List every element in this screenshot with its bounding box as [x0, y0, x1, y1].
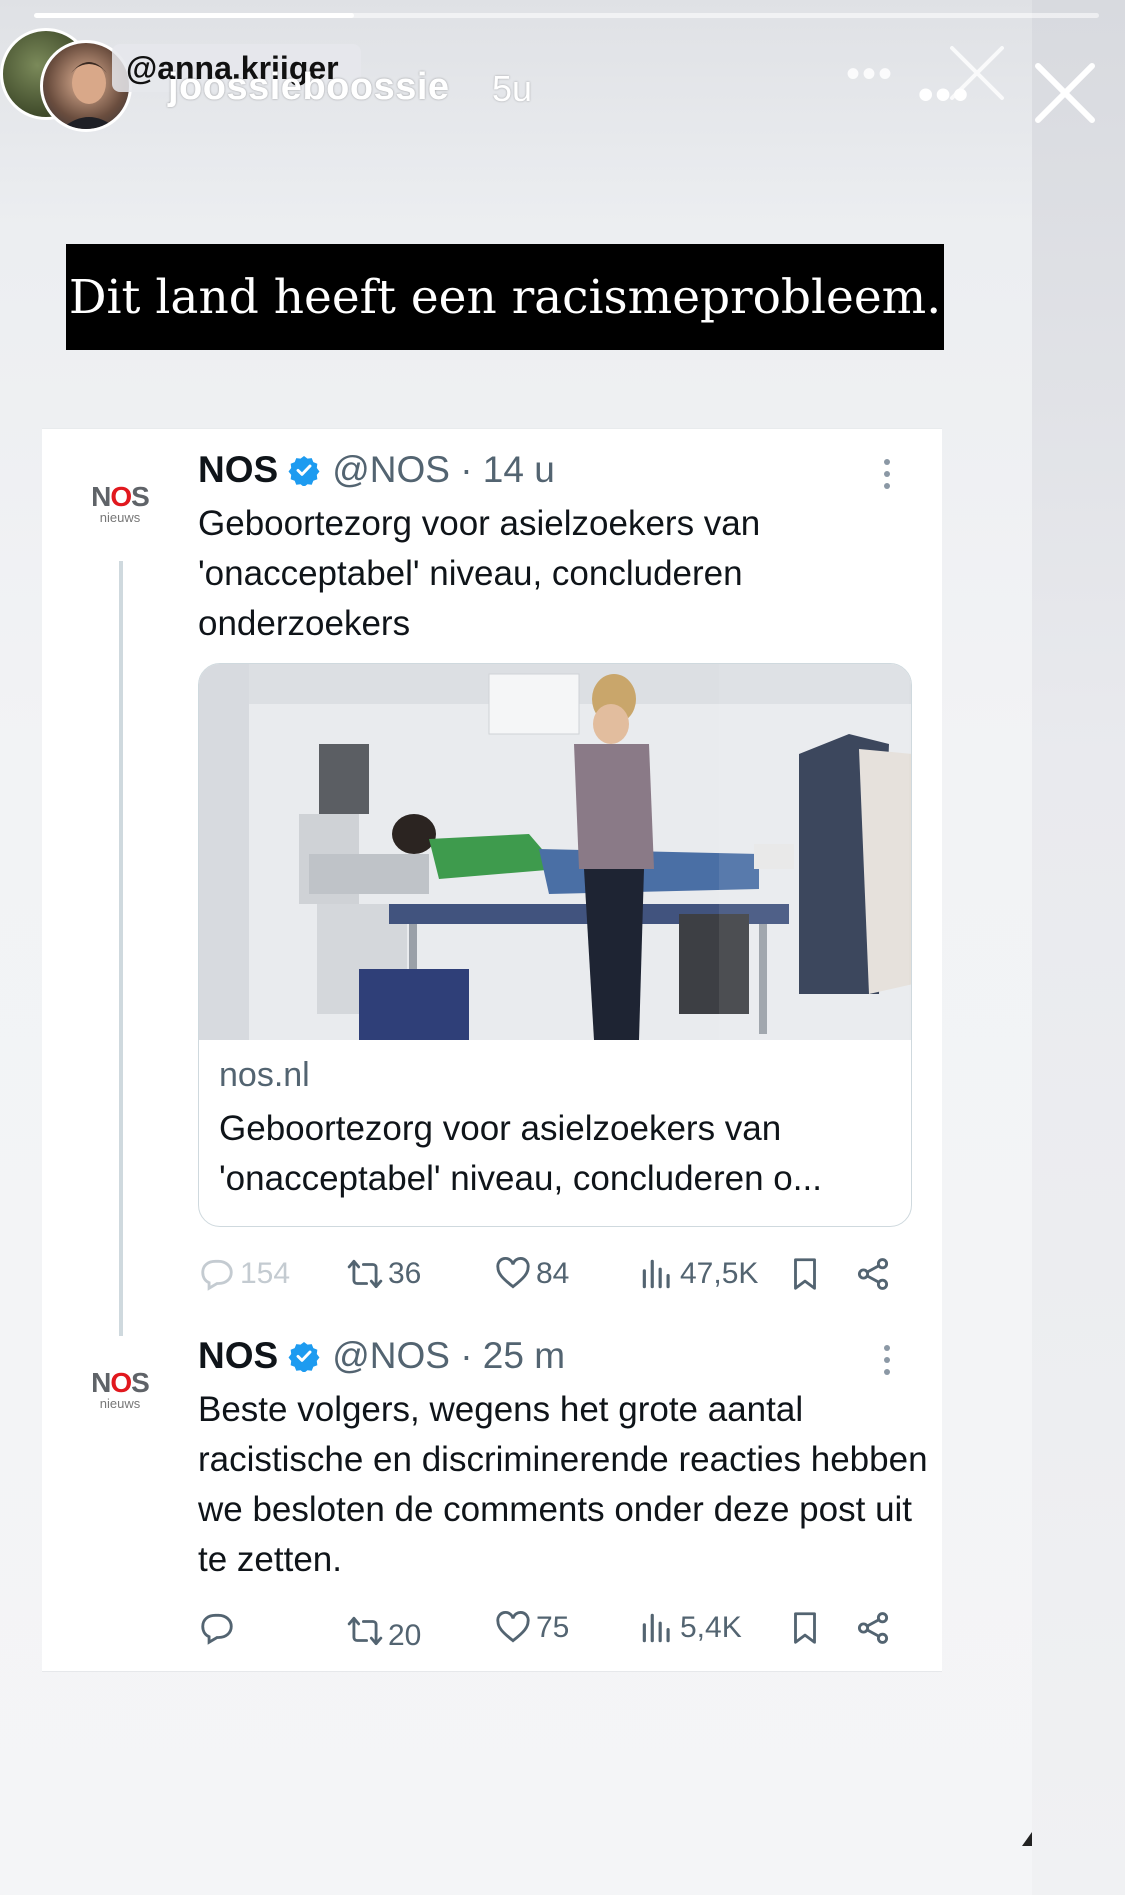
- verified-badge-icon: [288, 456, 320, 486]
- story-time-ago: 5u: [492, 68, 533, 109]
- tweet-screenshot: NOS nieuws NOS @NOS · 14 u Geboortezorg …: [42, 428, 942, 1672]
- thread-line: [119, 561, 123, 1336]
- heart-icon: [496, 1256, 530, 1289]
- views-button[interactable]: 47,5K: [638, 1255, 758, 1293]
- more-options-icon-faint: •••: [846, 52, 895, 96]
- tweet-header: NOS @NOS · 14 u: [198, 449, 555, 491]
- reply-button[interactable]: 154: [198, 1255, 290, 1293]
- bookmark-icon: [794, 1258, 816, 1290]
- story-username[interactable]: joossieboossie: [168, 66, 450, 109]
- views-count: 5,4K: [680, 1611, 742, 1644]
- tweet-handle-time[interactable]: @NOS · 14 u: [332, 449, 555, 491]
- retweet-icon: [347, 1259, 383, 1289]
- nos-logo-subtext: nieuws: [99, 1396, 141, 1411]
- more-vertical-icon[interactable]: [882, 1345, 892, 1379]
- bookmark-button[interactable]: [786, 1609, 828, 1647]
- bookmark-button[interactable]: [786, 1255, 828, 1293]
- share-button[interactable]: [854, 1255, 896, 1293]
- reply-icon: [201, 1259, 233, 1291]
- story-progress-bar: [34, 13, 1099, 18]
- story-progress-fill: [34, 13, 354, 18]
- like-count: 75: [536, 1611, 570, 1644]
- corner-mark-icon: [1022, 1832, 1032, 1846]
- views-chart-icon: [642, 1259, 670, 1289]
- verified-badge-icon: [288, 1342, 320, 1372]
- like-count: 84: [536, 1257, 570, 1290]
- nos-logo-text: NOS: [91, 481, 150, 512]
- link-domain: nos.nl: [219, 1056, 310, 1094]
- like-button[interactable]: 75: [494, 1609, 569, 1647]
- tweet-author[interactable]: NOS: [198, 449, 278, 491]
- tweet-actions: 154 36 84 47,5K: [198, 1255, 918, 1299]
- share-icon: [857, 1612, 889, 1644]
- views-chart-icon: [642, 1613, 670, 1643]
- reply-button[interactable]: [198, 1609, 240, 1647]
- bookmark-icon: [794, 1612, 816, 1644]
- share-button[interactable]: [854, 1609, 896, 1647]
- tweet-handle-time[interactable]: @NOS · 25 m: [332, 1335, 565, 1377]
- share-icon: [857, 1258, 889, 1290]
- tweet-text: Beste volgers, wegens het grote aantal r…: [198, 1390, 928, 1579]
- nos-logo: NOS nieuws: [80, 483, 160, 525]
- more-options-icon[interactable]: •••: [918, 70, 970, 120]
- ultrasound-room-photo: [199, 664, 911, 1040]
- story-caption: Dit land heeft een racismeprobleem.: [66, 244, 944, 350]
- reply-icon: [201, 1613, 233, 1645]
- retweet-button[interactable]: 20: [346, 1609, 421, 1653]
- tweet-text: Geboortezorg voor asielzoekers van 'onac…: [198, 504, 761, 643]
- views-count: 47,5K: [680, 1257, 759, 1290]
- heart-icon: [496, 1610, 530, 1643]
- close-icon[interactable]: [1030, 58, 1100, 128]
- tweet-header: NOS @NOS · 25 m: [198, 1335, 565, 1377]
- tweet-author[interactable]: NOS: [198, 1335, 278, 1377]
- story-background-strip: [1032, 0, 1125, 1895]
- retweet-count: 20: [388, 1619, 422, 1652]
- retweet-icon: [347, 1616, 383, 1646]
- tweet-actions: 20 75 5,4K: [198, 1609, 918, 1653]
- link-title: Geboortezorg voor asielzoekers van 'onac…: [219, 1109, 822, 1198]
- link-preview-card[interactable]: nos.nl Geboortezorg voor asielzoekers va…: [198, 663, 912, 1227]
- link-preview-image: [199, 664, 911, 1040]
- nos-logo: NOS nieuws: [80, 1369, 160, 1411]
- reply-count: 154: [240, 1257, 291, 1290]
- retweet-button[interactable]: 36: [346, 1255, 421, 1293]
- nos-logo-text: NOS: [91, 1367, 150, 1398]
- nos-logo-subtext: nieuws: [99, 510, 141, 525]
- like-button[interactable]: 84: [494, 1255, 569, 1293]
- views-button[interactable]: 5,4K: [638, 1609, 742, 1647]
- more-vertical-icon[interactable]: [882, 459, 892, 493]
- retweet-count: 36: [388, 1257, 422, 1290]
